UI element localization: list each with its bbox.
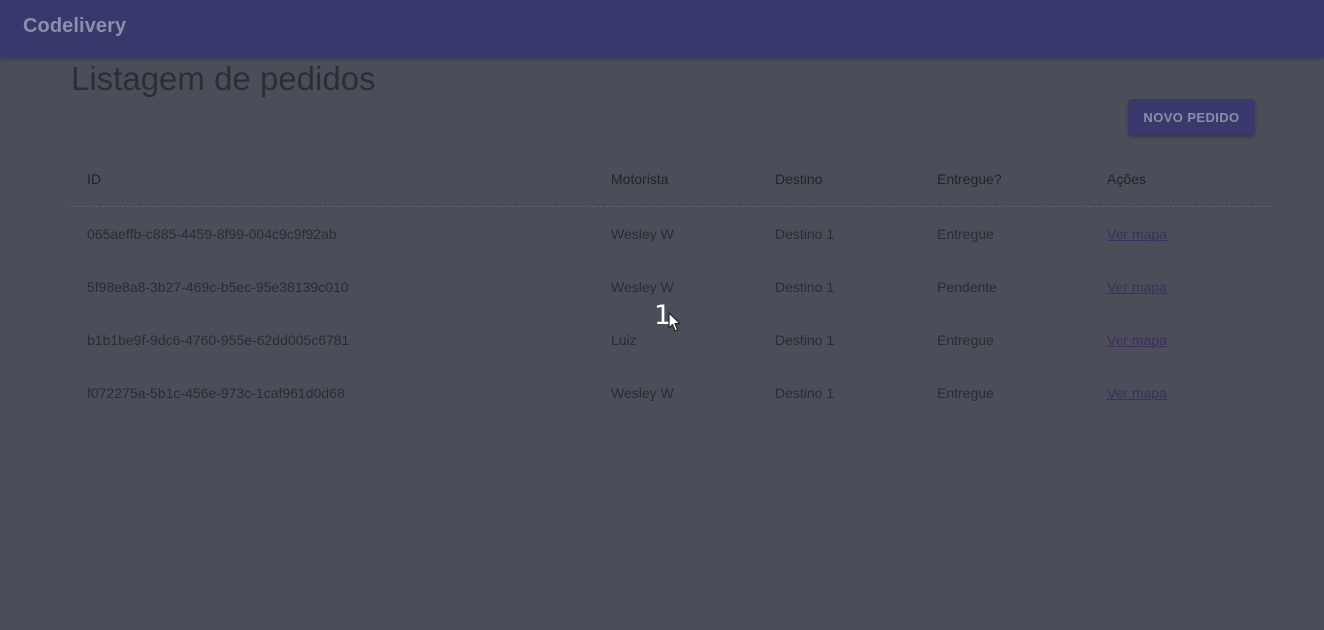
column-header-destino: Destino: [759, 152, 921, 207]
driver-cell: Luiz: [611, 331, 637, 348]
order-id-cell: f072275a-5b1c-456e-973c-1caf961d0d68: [87, 384, 345, 401]
actions-cell: Ver mapa: [1091, 207, 1271, 261]
column-header-acoes: Ações: [1091, 152, 1271, 207]
delivery-status-cell: Entregue: [937, 225, 994, 242]
column-header-motorista: Motorista: [595, 152, 759, 207]
delivery-status-cell: Entregue: [937, 331, 994, 348]
driver-cell: Wesley W: [611, 384, 674, 401]
view-map-link[interactable]: Ver mapa: [1107, 385, 1167, 401]
table-header-row: ID Motorista Destino Entregue? Ações: [71, 152, 1271, 207]
order-id-cell: 5f98e8a8-3b27-469c-b5ec-95e38139c010: [87, 278, 349, 295]
page-title: Listagem de pedidos: [71, 60, 376, 97]
actions-cell: Ver mapa: [1091, 366, 1271, 419]
destination-cell: Destino 1: [775, 278, 835, 295]
view-map-link[interactable]: Ver mapa: [1107, 226, 1167, 242]
view-map-link[interactable]: Ver mapa: [1107, 332, 1167, 348]
app-bar: Codelivery: [0, 0, 1324, 57]
new-order-button[interactable]: NOVO PEDIDO: [1128, 99, 1255, 135]
actions-cell: Ver mapa: [1091, 260, 1271, 313]
orders-table: ID Motorista Destino Entregue? Ações 065…: [71, 152, 1271, 419]
driver-cell: Wesley W: [611, 225, 674, 242]
actions-cell: Ver mapa: [1091, 313, 1271, 366]
table-row: f072275a-5b1c-456e-973c-1caf961d0d68 Wes…: [71, 366, 1271, 419]
driver-cell: Wesley W: [611, 278, 674, 295]
table-row: b1b1be9f-9dc6-4760-955e-62dd005c6781 Lui…: [71, 313, 1271, 366]
destination-cell: Destino 1: [775, 384, 835, 401]
table-row: 5f98e8a8-3b27-469c-b5ec-95e38139c010 Wes…: [71, 260, 1271, 313]
column-header-entregue: Entregue?: [921, 152, 1091, 207]
app-brand[interactable]: Codelivery: [23, 15, 126, 38]
view-map-link[interactable]: Ver mapa: [1107, 279, 1167, 295]
order-id-cell: 065aeffb-c885-4459-8f99-004c9c9f92ab: [87, 225, 337, 242]
destination-cell: Destino 1: [775, 331, 835, 348]
column-header-id: ID: [71, 152, 595, 207]
delivery-status-cell: Entregue: [937, 384, 994, 401]
table-row: 065aeffb-c885-4459-8f99-004c9c9f92ab Wes…: [71, 207, 1271, 261]
orders-table-container: ID Motorista Destino Entregue? Ações 065…: [71, 152, 1271, 419]
destination-cell: Destino 1: [775, 225, 835, 242]
order-id-cell: b1b1be9f-9dc6-4760-955e-62dd005c6781: [87, 331, 350, 348]
delivery-status-cell: Pendente: [937, 278, 997, 295]
